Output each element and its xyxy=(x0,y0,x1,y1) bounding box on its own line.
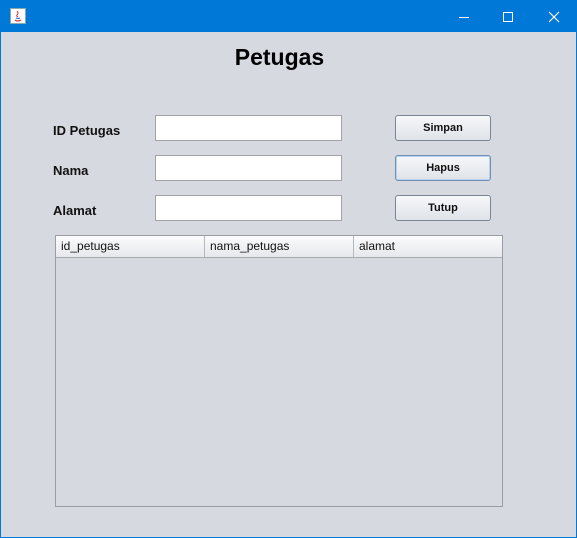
java-app-icon[interactable] xyxy=(10,8,26,24)
close-button[interactable] xyxy=(531,1,577,32)
maximize-icon xyxy=(503,11,513,22)
hapus-button[interactable]: Hapus xyxy=(395,155,491,181)
id-petugas-input[interactable] xyxy=(155,115,342,141)
page-title: Petugas xyxy=(234,44,325,70)
column-header-alamat[interactable]: alamat xyxy=(354,236,502,257)
app-window: Petugas ID Petugas Nama Alamat Simpan Ha… xyxy=(0,0,577,538)
alamat-input[interactable] xyxy=(155,195,342,221)
id-petugas-label: ID Petugas xyxy=(53,123,121,138)
nama-label: Nama xyxy=(53,163,89,178)
tutup-button[interactable]: Tutup xyxy=(395,195,491,221)
table-body[interactable] xyxy=(56,258,502,506)
nama-input[interactable] xyxy=(155,155,342,181)
simpan-button[interactable]: Simpan xyxy=(395,115,491,141)
title-bar[interactable] xyxy=(1,1,576,32)
maximize-button[interactable] xyxy=(485,1,531,32)
minimize-icon xyxy=(459,16,469,18)
close-icon xyxy=(548,11,560,22)
column-header-nama-petugas[interactable]: nama_petugas xyxy=(205,236,354,257)
table-header: id_petugas nama_petugas alamat xyxy=(56,236,502,258)
minimize-button[interactable] xyxy=(441,1,487,32)
petugas-table[interactable]: id_petugas nama_petugas alamat xyxy=(55,235,503,507)
column-header-id-petugas[interactable]: id_petugas xyxy=(56,236,205,257)
alamat-label: Alamat xyxy=(53,203,97,218)
